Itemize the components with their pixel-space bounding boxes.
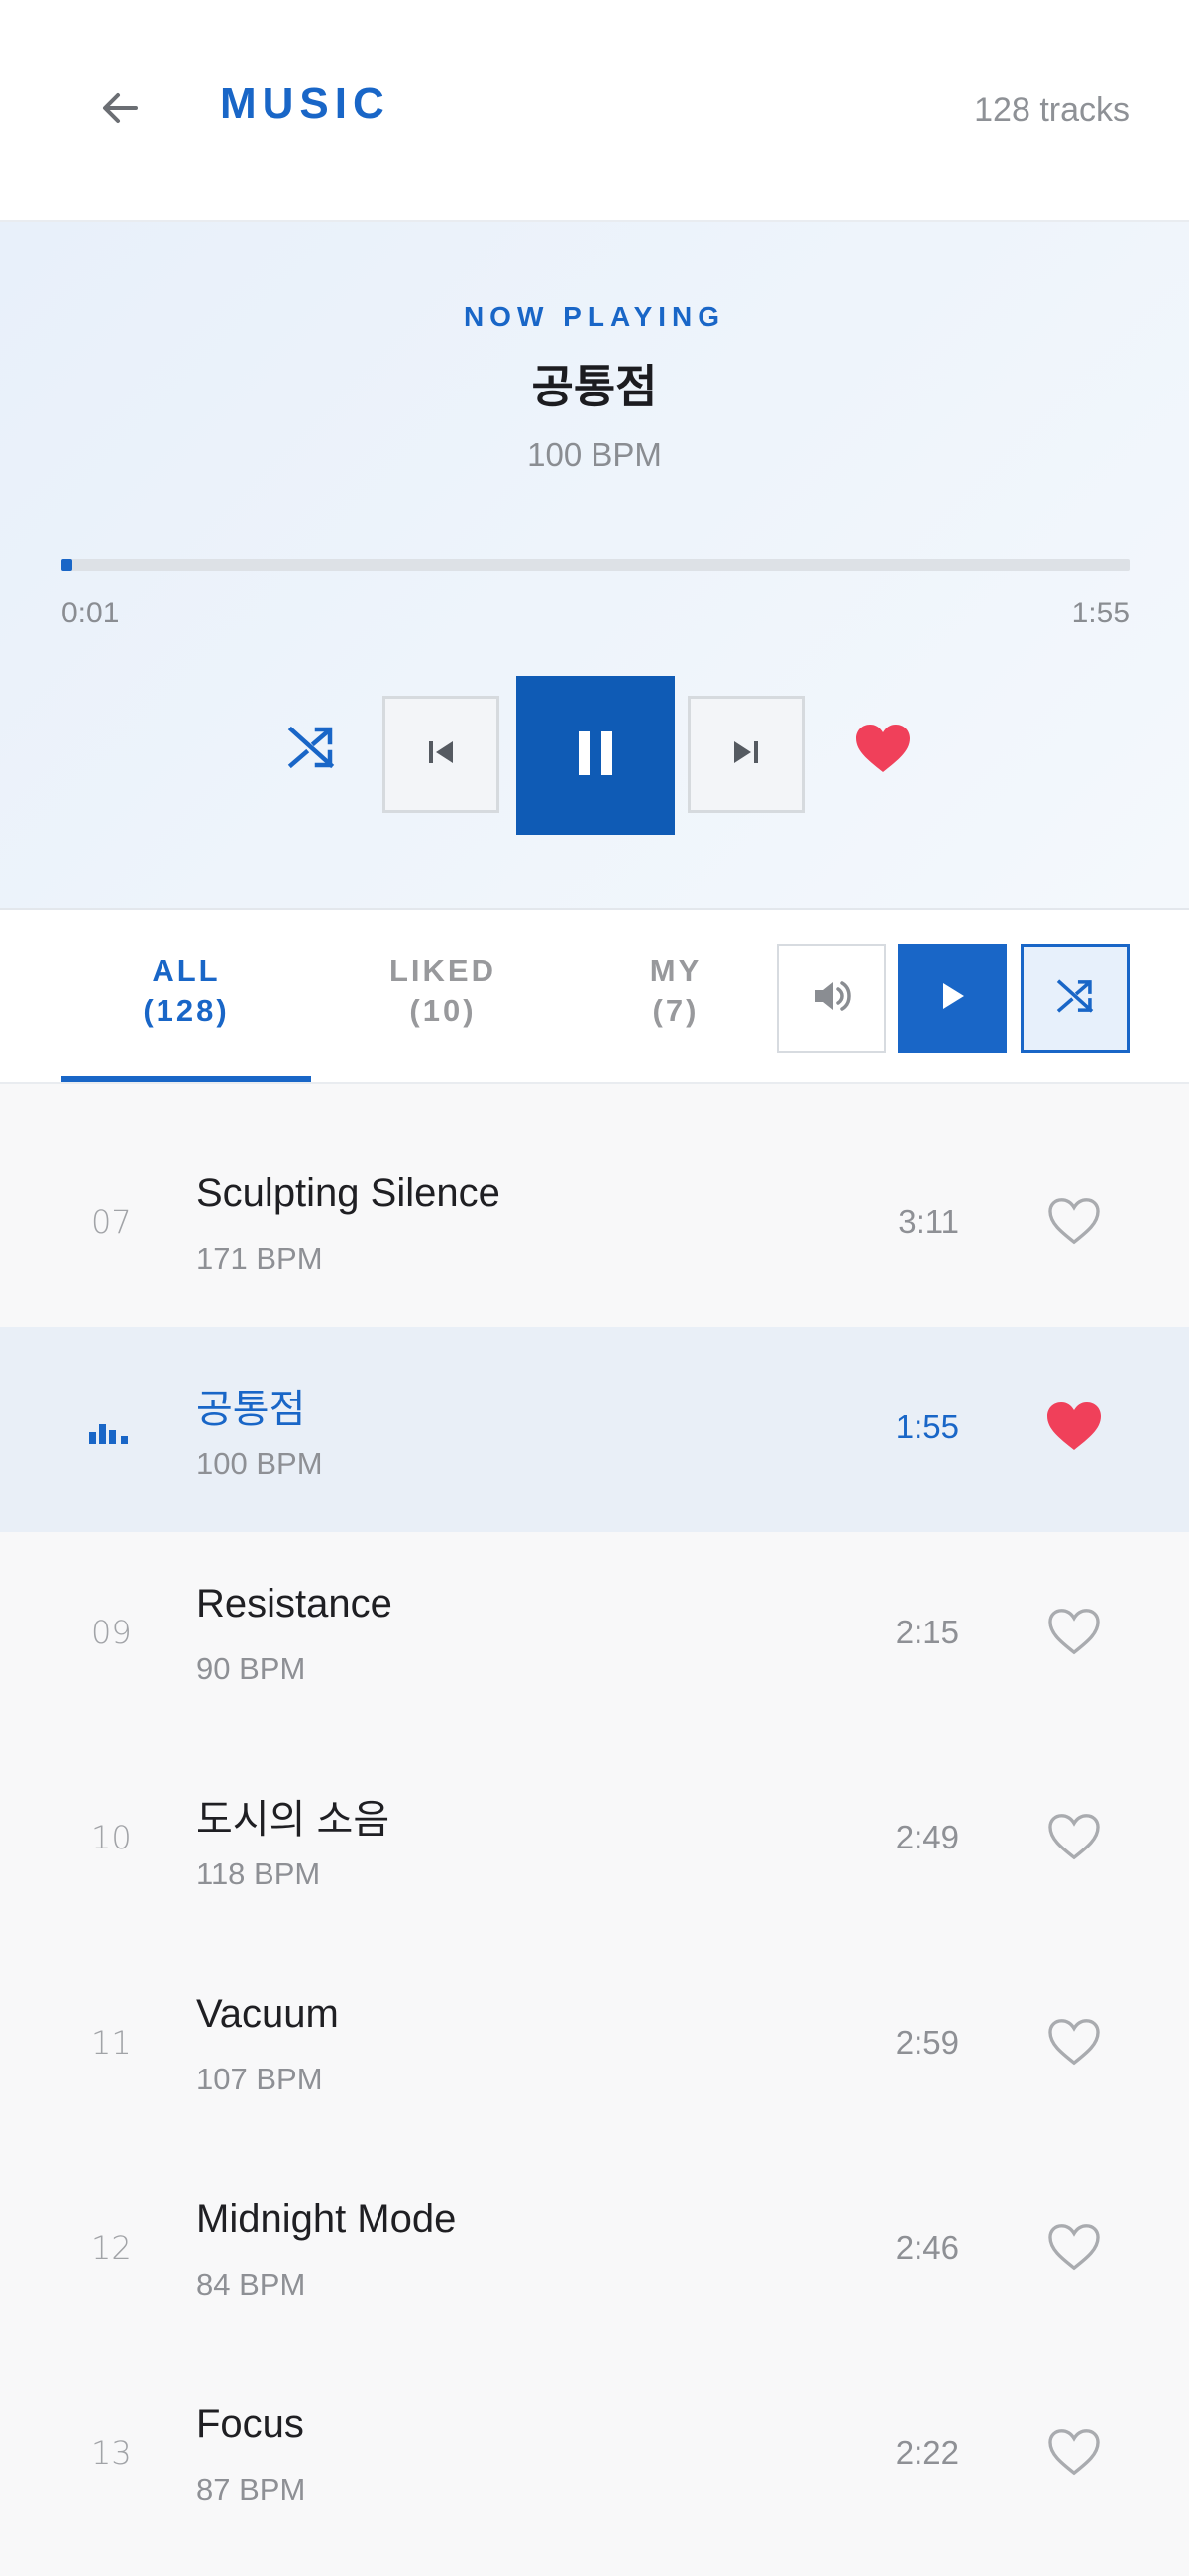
shuffle-button[interactable]	[279, 718, 343, 781]
track-like-button[interactable]	[1044, 2016, 1104, 2072]
heart-outline-icon	[1046, 1607, 1102, 1661]
tab-my-count: (7)	[652, 993, 700, 1028]
track-duration: 3:11	[898, 1203, 959, 1240]
track-duration: 2:59	[895, 2024, 959, 2061]
volume-button[interactable]	[777, 944, 886, 1053]
like-button[interactable]	[850, 718, 916, 783]
play-all-button[interactable]	[898, 944, 1007, 1053]
track-row-current[interactable]: 공통점 100 BPM 1:55	[0, 1327, 1189, 1532]
track-row[interactable]: 13 Focus 87 BPM 2:22	[0, 2353, 1189, 2558]
play-icon	[934, 978, 970, 1019]
filter-tabs: ALL (128) LIKED (10) MY (7)	[0, 910, 1189, 1084]
shuffle-all-button[interactable]	[1021, 944, 1130, 1053]
next-button[interactable]	[688, 696, 805, 813]
track-list: 07 Sculpting Silence 171 BPM 3:11 공통점 100 BPM…	[0, 1122, 1189, 2558]
track-duration: 2:49	[895, 1819, 959, 1855]
track-bpm: 107 BPM	[196, 2062, 323, 2096]
equalizer-icon	[89, 1418, 133, 1446]
track-bpm: 87 BPM	[196, 2472, 306, 2507]
arrow-left-icon	[96, 84, 144, 137]
tab-my[interactable]: MY (7)	[594, 952, 757, 1082]
tab-all-count: (128)	[143, 993, 230, 1028]
heart-outline-icon	[1046, 2222, 1102, 2277]
back-button[interactable]	[91, 81, 149, 139]
heart-filled-icon	[1045, 1400, 1103, 1457]
page-title: MUSIC	[220, 79, 390, 128]
heart-filled-icon	[854, 723, 912, 779]
heart-outline-icon	[1046, 2017, 1102, 2072]
pause-icon	[568, 726, 623, 786]
skip-previous-icon	[421, 732, 461, 777]
heart-outline-icon	[1046, 2427, 1102, 2482]
time-current: 0:01	[61, 597, 120, 629]
track-bpm: 118 BPM	[196, 1856, 321, 1891]
track-row[interactable]: 11 Vacuum 107 BPM 2:59	[0, 1943, 1189, 2148]
track-count: 128 tracks	[974, 91, 1130, 129]
now-playing-title: 공통점	[531, 361, 658, 412]
now-playing-label: NOW PLAYING	[463, 301, 726, 332]
heart-outline-icon	[1046, 1812, 1102, 1866]
tab-liked-label: LIKED	[389, 953, 496, 988]
progress-bar[interactable]	[61, 559, 1130, 571]
track-like-button[interactable]	[1044, 1606, 1104, 1661]
track-row[interactable]: 07 Sculpting Silence 171 BPM 3:11	[0, 1122, 1189, 1327]
track-row[interactable]: 09 Resistance 90 BPM 2:15	[0, 1532, 1189, 1737]
track-like-button[interactable]	[1044, 1400, 1104, 1456]
track-row[interactable]: 10 도시의 소음 118 BPM 2:49	[0, 1737, 1189, 1943]
track-number: 09	[91, 1614, 132, 1651]
track-number: 11	[91, 2024, 132, 2062]
track-bpm: 100 BPM	[196, 1446, 323, 1481]
track-bpm: 171 BPM	[196, 1241, 323, 1276]
skip-next-icon	[726, 732, 766, 777]
track-like-button[interactable]	[1044, 1195, 1104, 1251]
pause-button[interactable]	[516, 676, 675, 835]
tab-liked-count: (10)	[409, 993, 477, 1028]
tab-liked[interactable]: LIKED (10)	[337, 952, 549, 1082]
track-number: 10	[91, 1819, 132, 1856]
track-duration: 2:46	[895, 2229, 959, 2266]
track-row[interactable]: 12 Midnight Mode 84 BPM 2:46	[0, 2148, 1189, 2353]
track-duration: 1:55	[895, 1408, 959, 1445]
time-total: 1:55	[1071, 597, 1130, 629]
track-number: 12	[91, 2229, 132, 2267]
now-playing-panel: NOW PLAYING 공통점 100 BPM 0:01 1:55	[0, 222, 1189, 910]
shuffle-icon	[283, 720, 339, 780]
shuffle-icon	[1053, 974, 1097, 1023]
progress-fill	[61, 559, 72, 571]
track-duration: 2:22	[895, 2434, 959, 2471]
tab-my-label: MY	[649, 953, 703, 988]
track-number: 13	[91, 2434, 132, 2472]
track-title: Sculpting Silence	[196, 1172, 500, 1215]
track-title: Resistance	[196, 1582, 392, 1625]
previous-button[interactable]	[382, 696, 499, 813]
music-page: MUSIC 128 tracks NOW PLAYING 공통점 100 BPM…	[0, 0, 1189, 2576]
track-like-button[interactable]	[1044, 2221, 1104, 2277]
heart-outline-icon	[1046, 1196, 1102, 1251]
track-number: 07	[91, 1203, 132, 1241]
tab-all-label: ALL	[152, 953, 221, 988]
now-playing-bpm: 100 BPM	[527, 436, 662, 473]
track-title: Midnight Mode	[196, 2197, 457, 2241]
track-title: 공통점	[196, 1388, 306, 1431]
track-title: Focus	[196, 2403, 304, 2446]
track-bpm: 90 BPM	[196, 1651, 306, 1686]
track-title: 도시의 소음	[196, 1798, 390, 1842]
volume-icon	[810, 974, 853, 1023]
track-duration: 2:15	[895, 1614, 959, 1650]
tab-all[interactable]: ALL (128)	[61, 952, 311, 1082]
app-header: MUSIC 128 tracks	[0, 0, 1189, 222]
track-bpm: 84 BPM	[196, 2267, 306, 2301]
track-like-button[interactable]	[1044, 1811, 1104, 1866]
active-tab-indicator	[61, 1076, 311, 1082]
track-like-button[interactable]	[1044, 2426, 1104, 2482]
track-title: Vacuum	[196, 1992, 339, 2036]
